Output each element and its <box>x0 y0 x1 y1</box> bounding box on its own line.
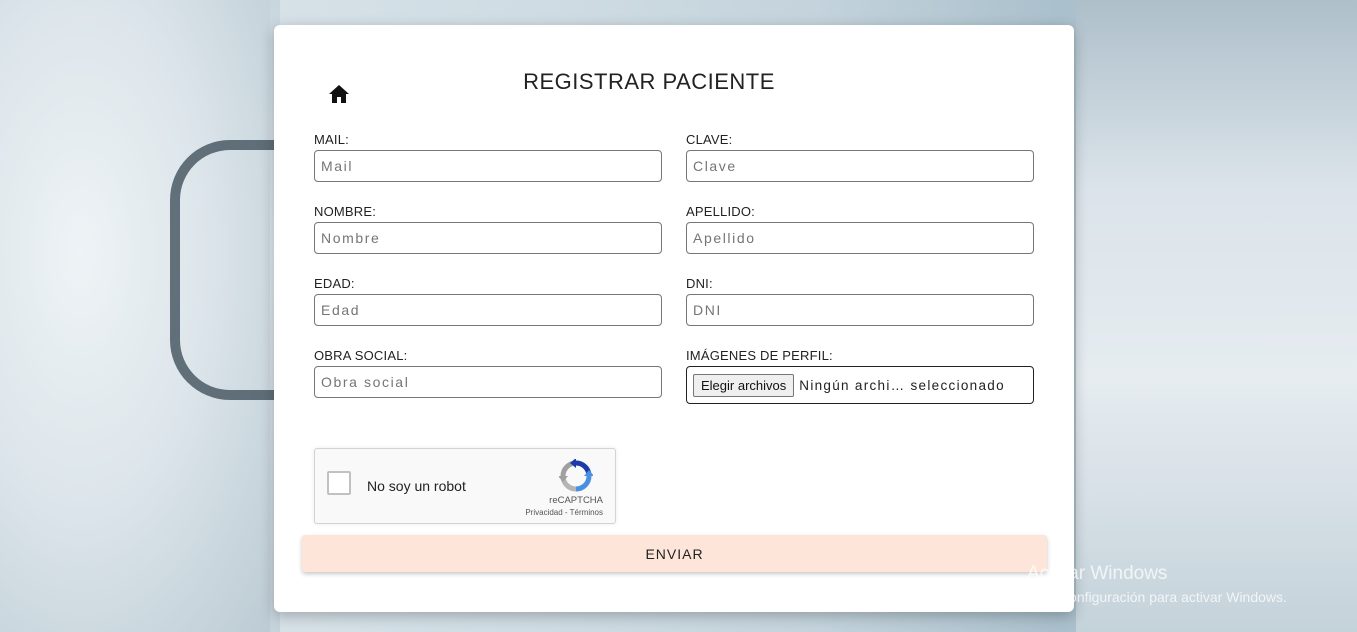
recaptcha-checkbox[interactable] <box>327 471 351 495</box>
nombre-label: NOMBRE: <box>314 204 377 219</box>
edad-group: EDAD: <box>314 276 662 326</box>
recaptcha-logo-icon <box>558 458 594 493</box>
apellido-label: APELLIDO: <box>686 204 755 219</box>
clave-label: CLAVE: <box>686 132 733 147</box>
imagenes-group: IMÁGENES DE PERFIL: Elegir archivos Ning… <box>686 348 1034 404</box>
mail-group: MAIL: <box>314 132 662 182</box>
apellido-group: APELLIDO: <box>686 204 1034 254</box>
mail-label: MAIL: <box>314 132 349 147</box>
background-right <box>1076 0 1357 632</box>
dni-input[interactable] <box>686 294 1034 326</box>
dni-group: DNI: <box>686 276 1034 326</box>
obra-social-group: OBRA SOCIAL: <box>314 348 662 398</box>
obra-social-input[interactable] <box>314 366 662 398</box>
watermark-subtitle: Ve a Configuración para activar Windows. <box>1027 589 1287 605</box>
imagenes-label: IMÁGENES DE PERFIL: <box>686 348 833 363</box>
edad-label: EDAD: <box>314 276 355 291</box>
profile-images-file-input[interactable]: Elegir archivos Ningún archi… selecciona… <box>686 366 1034 404</box>
choose-files-button[interactable]: Elegir archivos <box>693 373 795 397</box>
recaptcha-widget: No soy un robot reCAPTCHA Privacidad - T… <box>314 448 616 524</box>
apellido-input[interactable] <box>686 222 1034 254</box>
watermark-title: Activar Windows <box>1027 563 1168 584</box>
recaptcha-label: No soy un robot <box>367 478 466 494</box>
edad-input[interactable] <box>314 294 662 326</box>
recaptcha-brand: reCAPTCHA <box>549 495 603 506</box>
mail-input[interactable] <box>314 150 662 182</box>
recaptcha-privacy-terms-links[interactable]: Privacidad - Términos <box>525 508 603 517</box>
dni-label: DNI: <box>686 276 713 291</box>
clave-group: CLAVE: <box>686 132 1034 182</box>
clave-input[interactable] <box>686 150 1034 182</box>
register-patient-card: REGISTRAR PACIENTE MAIL: CLAVE: NOMBRE: … <box>274 25 1074 612</box>
file-status-text: Ningún archi… seleccionado <box>799 377 1005 393</box>
nombre-input[interactable] <box>314 222 662 254</box>
submit-button[interactable]: ENVIAR <box>302 535 1047 572</box>
nombre-group: NOMBRE: <box>314 204 662 254</box>
obra-social-label: OBRA SOCIAL: <box>314 348 408 363</box>
page-title: REGISTRAR PACIENTE <box>523 69 775 94</box>
windows-activation-watermark: Activar Windows Ve a Configuración para … <box>1027 563 1287 605</box>
